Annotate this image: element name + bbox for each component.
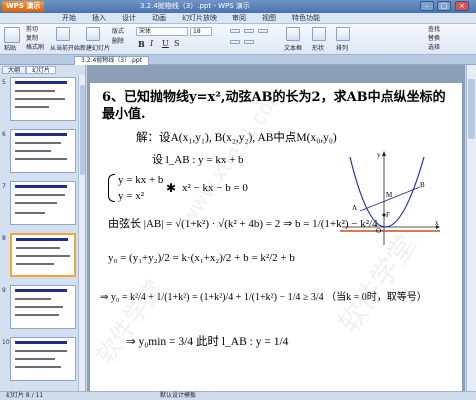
align-left-icon[interactable] [230,29,240,33]
graph-label-b: B [420,181,425,189]
italic-button[interactable]: I [150,40,153,48]
wps-app-button[interactable]: WPS 演示 [2,1,45,12]
arrange-label: 排列 [336,45,349,52]
replace-button[interactable]: 替换 [428,35,440,43]
slide-thumbnail[interactable] [10,129,76,173]
select-button[interactable]: 选择 [428,44,440,52]
graph-label-o: O [376,227,382,235]
format-painter-button[interactable]: 格式刷 [26,44,44,52]
graph-label-y: y [377,151,381,159]
paste-icon[interactable] [4,27,20,43]
theme-name: 默认设计模板 [160,392,197,399]
close-button[interactable]: × [455,1,469,11]
graph-label-x: x [435,219,439,227]
slide-thumbnail-panel: 大纲 幻灯片 5 6 7 8 9 10 [0,65,86,391]
slide[interactable]: 6、已知抛物线y=x²,动弦AB的长为2，求AB中点纵坐标的最小值. 解：设A(… [90,81,462,391]
editing-canvas: 6、已知抛物线y=x²,动弦AB的长为2，求AB中点纵坐标的最小值. 解：设A(… [87,65,465,391]
menu-insert[interactable]: 插入 [92,14,106,23]
arrange-icon[interactable] [336,27,350,41]
new-slide-icon[interactable] [86,27,100,41]
new-slide-label: 新建幻灯片 [80,45,111,52]
panel-scrollbar[interactable] [78,75,85,391]
slide-thumbnail[interactable] [10,337,76,381]
menu-view[interactable]: 视图 [262,14,276,23]
thumb-number: 7 [2,183,6,190]
window-title: 3.2.4抛物线（3）.ppt - WPS 演示 [140,2,250,10]
font-name-select[interactable]: 宋体 [136,27,188,36]
shape-label: 形状 [312,45,325,52]
copy-button[interactable]: 复制 [26,35,38,43]
slide-thumbnail[interactable] [10,181,76,225]
bold-button[interactable]: B [138,40,145,48]
bullets-icon[interactable] [230,40,240,44]
thumb-number: 10 [2,339,10,346]
font-name-value: 宋体 [139,28,152,35]
align-right-icon[interactable] [258,29,268,33]
textbox-icon[interactable] [286,27,300,41]
ribbon-toolbar: 粘贴 剪切 复制 格式刷 从当前开始 新建幻灯片 版式 删除 宋体 18 B I… [0,24,476,55]
underline-button[interactable]: U [162,40,169,48]
chord-length-eq: 由弦长 |AB| = √(1+k²) · √(k² + 4b) = 2 ⇒ b … [108,218,378,230]
minimum-result: ⇒ y₀min = 3/4 此时 l_AB : y = 1/4 [126,336,289,348]
font-size-select[interactable]: 18 [190,27,212,36]
document-tab-bar: 3.2.4抛物线（3）.ppt [0,55,476,65]
slide-thumbnail-selected[interactable] [10,233,76,277]
paste-label: 粘贴 [4,45,17,52]
shadow-button[interactable]: S [174,40,179,48]
minimize-button[interactable]: – [420,1,434,11]
menu-review[interactable]: 审阅 [232,14,246,23]
menu-slideshow[interactable]: 幻灯片放映 [182,14,217,23]
graph-label-f: F [386,211,390,219]
play-icon[interactable] [56,27,70,41]
delete-button[interactable]: 删除 [112,38,124,46]
implies-star: ✱ [166,181,177,195]
menu-animation[interactable]: 动画 [152,14,166,23]
system-eq-1: y = kx + b [118,174,164,186]
canvas-scrollbar-thumb[interactable] [468,79,475,139]
tab-outline[interactable]: 大纲 [2,66,27,74]
shape-icon[interactable] [312,27,326,41]
layout-button[interactable]: 版式 [112,28,124,36]
from-current-label: 从当前开始 [50,45,81,52]
find-button[interactable]: 查找 [428,26,440,34]
graph-label-a: A [352,204,358,212]
thumb-number: 9 [2,287,6,294]
slide-thumbnail[interactable] [10,285,76,329]
font-size-value: 18 [193,28,201,35]
numbering-icon[interactable] [244,40,254,44]
thumb-number: 8 [2,235,6,242]
midpoint-y-eq: y₀ = (y₁+y₂)/2 = k·(x₁+x₂)/2 + b = k²/2 … [108,252,295,264]
menu-home[interactable]: 开始 [62,14,76,23]
system-eq-2: y = x² [118,190,145,202]
maximize-button[interactable]: □ [437,1,451,11]
canvas-scrollbar[interactable] [466,65,476,391]
watermark-text: 软件学堂 [91,274,170,370]
graph-label-m: M [386,191,393,199]
thumb-number: 5 [2,79,6,86]
cut-button[interactable]: 剪切 [26,26,38,34]
align-center-icon[interactable] [244,29,254,33]
thumb-number: 6 [2,131,6,138]
menu-features[interactable]: 特色功能 [292,14,320,23]
document-tab[interactable]: 3.2.4抛物线（3）.ppt [74,56,149,65]
slide-thumbnail[interactable] [10,77,76,121]
system-brace [108,174,115,202]
panel-scrollbar-thumb[interactable] [80,85,85,175]
menu-design[interactable]: 设计 [122,14,136,23]
slide-counter: 幻灯片 8 / 11 [6,392,44,399]
status-bar: 幻灯片 8 / 11 默认设计模板 [0,391,476,400]
menu-bar: 开始 插入 设计 动画 幻灯片放映 审阅 视图 特色功能 [0,13,476,24]
title-bar: WPS 演示 3.2.4抛物线（3）.ppt - WPS 演示 – □ × [0,0,476,13]
tab-slides[interactable]: 幻灯片 [26,66,57,74]
textbox-label: 文本框 [284,45,303,52]
